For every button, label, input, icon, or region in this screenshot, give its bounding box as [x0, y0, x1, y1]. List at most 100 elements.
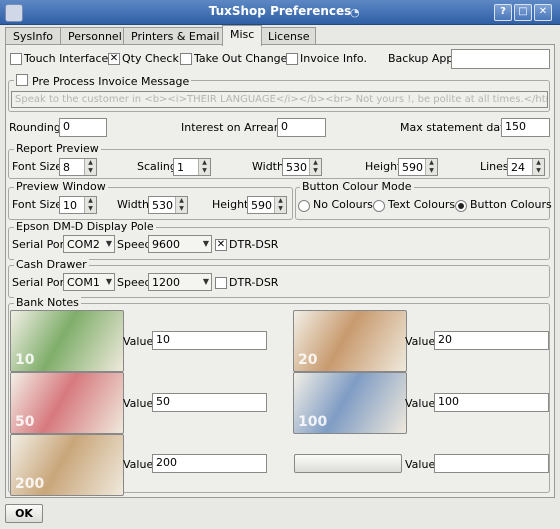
display-pole-title: Epson DM-D Display Pole	[14, 220, 156, 233]
close-button[interactable]: ✕	[534, 4, 552, 21]
invoice-message-input[interactable]: Speak to the customer in <b><i>THEIR LAN…	[11, 91, 548, 108]
take-out-change-label: Take Out Change	[194, 52, 288, 65]
note-value-label: Value	[405, 397, 436, 410]
pole-speed-select[interactable]: 9600 ▼	[148, 235, 212, 253]
drawer-serial-port-select[interactable]: COM1 ▼	[63, 273, 115, 291]
pole-serial-port-select[interactable]: COM2 ▼	[63, 235, 115, 253]
spin-arrows-icon[interactable]: ▲ ▼	[274, 197, 286, 213]
banknote-20-image[interactable]: 20	[293, 310, 407, 372]
report-lines-label: Lines	[480, 160, 509, 173]
title-bar[interactable]: TuxShop Preferences ◔ ? □ ✕	[0, 0, 560, 25]
report-font-size-spinner[interactable]: 8 ▲ ▼	[59, 158, 97, 176]
spin-arrows-icon[interactable]: ▲ ▼	[309, 159, 321, 175]
max-days-input[interactable]: 150	[501, 118, 550, 137]
report-scaling-spinner[interactable]: 1 ▲ ▼	[173, 158, 211, 176]
note-200-value-input[interactable]: 200	[152, 454, 267, 473]
banknote-100-image[interactable]: 100	[293, 372, 407, 434]
note-50-value-input[interactable]: 50	[152, 393, 267, 412]
no-colours-radio[interactable]	[298, 200, 310, 212]
button-colour-mode-title: Button Colour Mode	[300, 180, 414, 193]
note-value-label: Value	[123, 458, 154, 471]
window-height-label: Height	[212, 198, 249, 211]
window-title: TuxShop Preferences	[208, 4, 352, 18]
invoice-info-label: Invoice Info.	[300, 52, 367, 65]
pre-process-label: Pre Process Invoice Message	[32, 75, 190, 88]
maximize-button[interactable]: □	[514, 4, 532, 21]
pole-dtr-checkbox[interactable]: ✕	[215, 239, 227, 251]
pre-process-title: Pre Process Invoice Message	[14, 74, 192, 88]
note-value-label: Value	[123, 335, 154, 348]
drawer-dtr-checkbox[interactable]	[215, 277, 227, 289]
pole-serial-port-label: Serial Port	[12, 238, 69, 251]
tab-sysinfo[interactable]: SysInfo	[5, 27, 61, 45]
chevron-down-icon: ▼	[105, 239, 112, 248]
rounding-label: Rounding	[9, 121, 61, 134]
note-10-value-input[interactable]: 10	[152, 331, 267, 350]
banknote-10-image[interactable]: 10	[10, 310, 124, 372]
note-empty-value-input[interactable]	[434, 454, 549, 473]
invoice-info-checkbox[interactable]	[286, 53, 298, 65]
report-preview-title: Report Preview	[14, 142, 101, 155]
help-button[interactable]: ?	[494, 4, 512, 21]
chevron-down-icon: ▼	[202, 277, 209, 286]
note-value-label: Value	[405, 335, 436, 348]
report-height-spinner[interactable]: 590 ▲ ▼	[398, 158, 438, 176]
report-font-size-label: Font Size	[12, 160, 63, 173]
report-width-spinner[interactable]: 530 ▲ ▼	[282, 158, 322, 176]
button-colours-radio[interactable]	[455, 200, 467, 212]
button-colours-label: Button Colours	[470, 198, 552, 211]
touch-interface-checkbox[interactable]	[10, 53, 22, 65]
spin-arrows-icon[interactable]: ▲ ▼	[198, 159, 210, 175]
empty-note-button[interactable]	[294, 454, 402, 473]
text-colours-label: Text Colours	[388, 198, 456, 211]
tab-personnel[interactable]: Personnel	[60, 27, 132, 45]
touch-interface-label: Touch Interface	[24, 52, 109, 65]
note-20-value-input[interactable]: 20	[434, 331, 549, 350]
window-height-spinner[interactable]: 590 ▲ ▼	[247, 196, 287, 214]
spin-arrows-icon[interactable]: ▲ ▼	[84, 197, 96, 213]
tab-misc[interactable]: Misc	[222, 25, 262, 46]
window-font-size-label: Font Size	[12, 198, 63, 211]
pre-process-checkbox[interactable]	[16, 74, 28, 86]
bank-notes-title: Bank Notes	[14, 296, 81, 309]
window-width-spinner[interactable]: 530 ▲ ▼	[148, 196, 188, 214]
banknote-50-image[interactable]: 50	[10, 372, 124, 434]
drawer-serial-port-label: Serial Port	[12, 276, 69, 289]
ok-button[interactable]: OK	[5, 504, 43, 523]
qty-check-checkbox[interactable]: ✕	[108, 53, 120, 65]
report-width-label: Width	[252, 160, 284, 173]
preview-window-title: Preview Window	[14, 180, 108, 193]
qty-check-label: Qty Check	[122, 52, 179, 65]
drawer-speed-label: Speed	[117, 276, 152, 289]
tab-license[interactable]: License	[260, 27, 316, 45]
note-100-value-input[interactable]: 100	[434, 393, 549, 412]
spin-arrows-icon[interactable]: ▲ ▼	[175, 197, 187, 213]
rounding-input[interactable]: 0	[59, 118, 107, 137]
tab-printers-email[interactable]: Printers & Email	[123, 27, 231, 45]
pole-speed-label: Speed	[117, 238, 152, 251]
spin-arrows-icon[interactable]: ▲ ▼	[84, 159, 96, 175]
chevron-down-icon: ▼	[105, 277, 112, 286]
window-width-label: Width	[117, 198, 149, 211]
max-days-label: Max statement days	[400, 121, 513, 134]
no-colours-label: No Colours	[313, 198, 373, 211]
cash-drawer-title: Cash Drawer	[14, 258, 89, 271]
spin-arrows-icon[interactable]: ▲ ▼	[425, 159, 437, 175]
text-colours-radio[interactable]	[373, 200, 385, 212]
interest-input[interactable]: 0	[277, 118, 326, 137]
spin-arrows-icon[interactable]: ▲ ▼	[532, 159, 544, 175]
report-scaling-label: Scaling	[137, 160, 177, 173]
window-font-size-spinner[interactable]: 10 ▲ ▼	[59, 196, 97, 214]
report-lines-spinner[interactable]: 24 ▲ ▼	[507, 158, 545, 176]
drawer-speed-select[interactable]: 1200 ▼	[148, 273, 212, 291]
note-value-label: Value	[405, 458, 436, 471]
pole-dtr-label: DTR-DSR	[229, 238, 279, 251]
banknote-200-image[interactable]: 200	[10, 434, 124, 496]
report-height-label: Height	[365, 160, 402, 173]
backup-app-input[interactable]	[451, 49, 550, 69]
interest-label: Interest on Arrears	[181, 121, 284, 134]
pin-icon[interactable]: ◔	[350, 6, 360, 19]
drawer-dtr-label: DTR-DSR	[229, 276, 279, 289]
take-out-change-checkbox[interactable]	[180, 53, 192, 65]
note-value-label: Value	[123, 397, 154, 410]
